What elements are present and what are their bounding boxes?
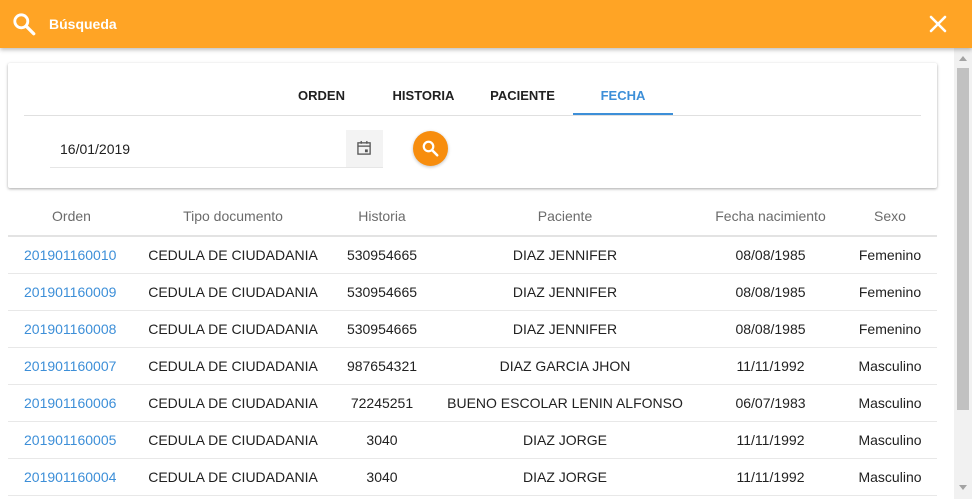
tipo-documento-cell: CEDULA DE CIUDADANIA <box>148 284 318 300</box>
active-tab-indicator <box>573 113 673 115</box>
tab-paciente[interactable]: PACIENTE <box>485 77 560 115</box>
orden-link[interactable]: 201901160007 <box>24 348 134 384</box>
tipo-documento-cell: CEDULA DE CIUDADANIA <box>148 395 318 411</box>
table-row[interactable]: 201901160007 CEDULA DE CIUDADANIA 987654… <box>8 348 937 385</box>
col-paciente[interactable]: Paciente <box>430 200 700 235</box>
paciente-cell: DIAZ JENNIFER <box>512 321 618 337</box>
paciente-cell: DIAZ JENNIFER <box>512 284 618 300</box>
tab-fecha[interactable]: FECHA <box>573 77 673 115</box>
paciente-cell: DIAZ JORGE <box>522 469 607 485</box>
sexo-cell: Masculino <box>858 469 922 485</box>
tab-historia[interactable]: HISTORIA <box>386 77 461 115</box>
sexo-cell: Masculino <box>858 432 922 448</box>
orden-link[interactable]: 201901160004 <box>24 459 134 495</box>
orden-link[interactable]: 201901160010 <box>24 237 134 273</box>
table-header: Orden Tipo documento Historia Paciente F… <box>8 200 937 237</box>
dialog-header: Búsqueda <box>0 0 972 48</box>
tipo-documento-cell: CEDULA DE CIUDADANIA <box>148 358 318 374</box>
search-tabs: ORDEN HISTORIA PACIENTE FECHA <box>24 77 921 116</box>
fecha-nacimiento-cell: 11/11/1992 <box>736 358 805 374</box>
tipo-documento-cell: CEDULA DE CIUDADANIA <box>148 247 318 263</box>
dialog-content: ORDEN HISTORIA PACIENTE FECHA 16/01/2019 <box>0 48 954 499</box>
orden-link[interactable]: 201901160008 <box>24 311 134 347</box>
tipo-documento-cell: CEDULA DE CIUDADANIA <box>148 321 318 337</box>
tipo-documento-cell: CEDULA DE CIUDADANIA <box>148 432 318 448</box>
search-card: ORDEN HISTORIA PACIENTE FECHA 16/01/2019 <box>8 63 937 188</box>
orden-link[interactable]: 201901160006 <box>24 385 134 421</box>
paciente-cell: BUENO ESCOLAR LENIN ALFONSO <box>447 395 683 411</box>
scroll-up-arrow-icon[interactable] <box>959 56 967 61</box>
sexo-cell: Masculino <box>858 395 922 411</box>
date-input[interactable]: 16/01/2019 <box>50 130 383 168</box>
col-orden[interactable]: Orden <box>24 200 119 235</box>
dialog-title: Búsqueda <box>49 16 117 32</box>
table-row[interactable]: 201901160008 CEDULA DE CIUDADANIA 530954… <box>8 311 937 348</box>
fecha-nacimiento-cell: 11/11/1992 <box>736 432 805 448</box>
search-icon <box>13 13 36 36</box>
scroll-down-arrow-icon[interactable] <box>959 485 967 490</box>
close-icon[interactable] <box>926 12 950 36</box>
calendar-icon <box>357 140 371 155</box>
sexo-cell: Femenino <box>858 284 922 300</box>
tipo-documento-cell: CEDULA DE CIUDADANIA <box>148 469 318 485</box>
col-sexo[interactable]: Sexo <box>840 200 940 235</box>
fecha-nacimiento-cell: 06/07/1983 <box>735 395 806 411</box>
sexo-cell: Femenino <box>858 247 922 263</box>
table-row[interactable]: 201901160009 CEDULA DE CIUDADANIA 530954… <box>8 274 937 311</box>
fecha-nacimiento-cell: 08/08/1985 <box>735 247 806 263</box>
tab-orden[interactable]: ORDEN <box>289 77 354 115</box>
vertical-scrollbar[interactable] <box>954 48 972 499</box>
table-row[interactable]: 201901160010 CEDULA DE CIUDADANIA 530954… <box>8 237 937 274</box>
col-fecha-nacimiento[interactable]: Fecha nacimiento <box>698 200 843 235</box>
paciente-cell: DIAZ GARCIA JHON <box>499 358 631 374</box>
fecha-nacimiento-cell: 11/11/1992 <box>736 469 805 485</box>
fecha-nacimiento-cell: 08/08/1985 <box>735 321 806 337</box>
orden-link[interactable]: 201901160005 <box>24 422 134 458</box>
calendar-button[interactable] <box>346 130 383 167</box>
fecha-nacimiento-cell: 08/08/1985 <box>735 284 806 300</box>
sexo-cell: Masculino <box>858 358 922 374</box>
date-value[interactable]: 16/01/2019 <box>60 141 130 157</box>
table-body: 201901160010 CEDULA DE CIUDADANIA 530954… <box>8 237 937 496</box>
sexo-cell: Femenino <box>858 321 922 337</box>
table-row[interactable]: 201901160005 CEDULA DE CIUDADANIA 3040 D… <box>8 422 937 459</box>
scrollbar-thumb[interactable] <box>957 68 969 410</box>
table-row[interactable]: 201901160006 CEDULA DE CIUDADANIA 722452… <box>8 385 937 422</box>
paciente-cell: DIAZ JORGE <box>522 432 607 448</box>
paciente-cell: DIAZ JENNIFER <box>512 247 618 263</box>
search-icon <box>422 140 439 157</box>
col-tipo-documento[interactable]: Tipo documento <box>133 200 333 235</box>
table-row[interactable]: 201901160004 CEDULA DE CIUDADANIA 3040 D… <box>8 459 937 496</box>
search-button[interactable] <box>413 131 448 166</box>
orden-link[interactable]: 201901160009 <box>24 274 134 310</box>
